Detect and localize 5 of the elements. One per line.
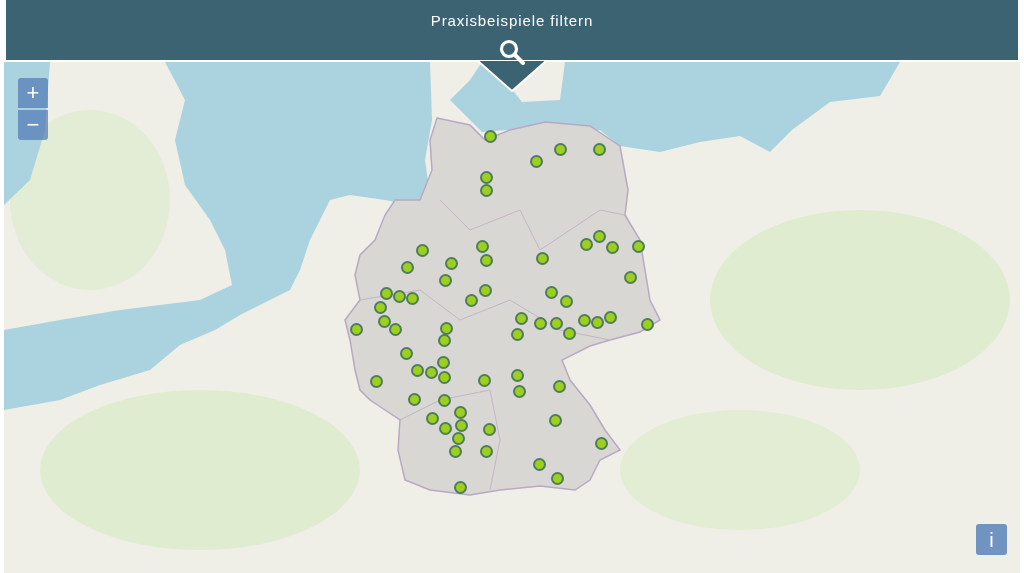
search-icon[interactable] <box>499 39 525 65</box>
info-button[interactable]: i <box>976 524 1007 555</box>
pointer-notch <box>478 60 546 92</box>
zoom-in-button[interactable]: + <box>18 78 48 108</box>
zoom-out-button[interactable]: − <box>18 110 48 140</box>
